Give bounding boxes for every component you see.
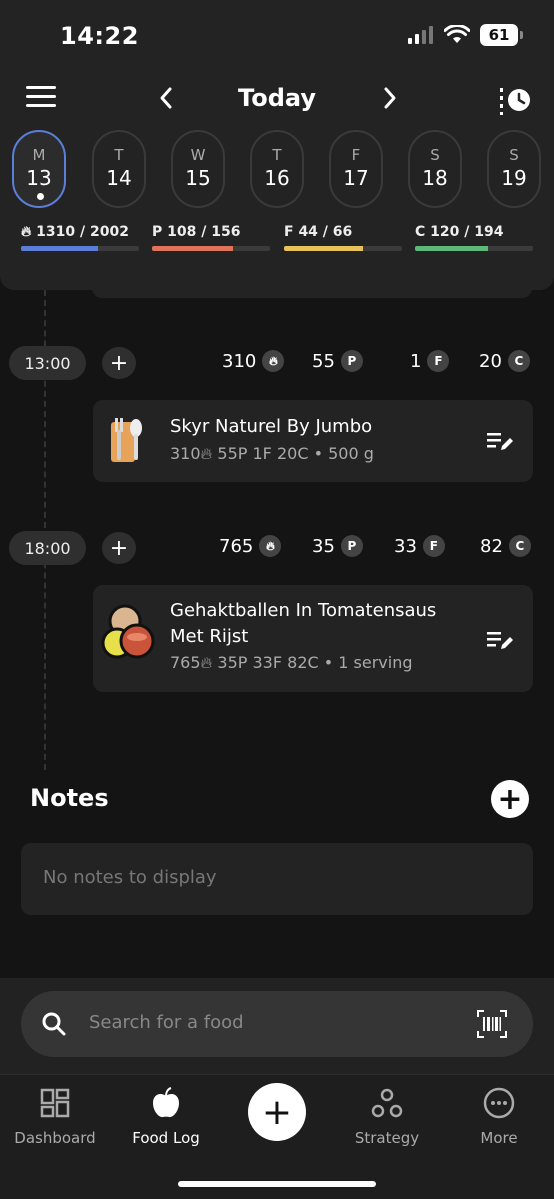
food-name: Gehaktballen In Tomatensaus Met Rijst — [170, 600, 437, 647]
day-number: 14 — [106, 166, 132, 190]
status-bar: 14:22 61 — [0, 0, 554, 72]
meal-header: 18:00 + 765 🔥︎ 35 P 33 F 82 C — [0, 531, 554, 565]
meal-time[interactable]: 18:00 — [9, 531, 86, 565]
page-title: Today — [238, 84, 316, 112]
barcode-scan-icon[interactable] — [477, 1010, 507, 1038]
food-entry-card[interactable]: Skyr Naturel By Jumbo 310🔥︎ 55P 1F 20C •… — [93, 400, 533, 482]
strategy-icon — [371, 1088, 403, 1118]
flame-icon: 🔥︎ — [259, 535, 282, 557]
day-letter: T — [272, 146, 282, 164]
add-food-button[interactable]: + — [102, 347, 136, 379]
tab-label: Dashboard — [14, 1129, 96, 1147]
more-icon — [483, 1087, 515, 1119]
protein-progress: P 108 / 156 — [152, 224, 270, 251]
food-meta: 310🔥︎ 55P 1F 20C • 500 g — [170, 444, 374, 463]
day-letter: T — [114, 146, 124, 164]
meal-protein: 35 P — [312, 535, 363, 557]
tab-label: Food Log — [132, 1129, 200, 1147]
selected-day-dot — [37, 193, 44, 200]
flame-icon: 🔥︎ — [262, 350, 285, 372]
protein-bar-fill — [152, 246, 234, 251]
next-day-icon[interactable] — [378, 84, 402, 112]
cutlery-icon — [111, 418, 142, 462]
search-placeholder: Search for a food — [89, 1012, 244, 1033]
fat-progress: F 44 / 66 — [284, 224, 402, 251]
protein-label: P 108 / 156 — [152, 224, 241, 240]
food-meta: 765🔥︎ 35P 33F 82C • 1 serving — [170, 653, 413, 672]
notes-list: No notes to display — [21, 843, 533, 915]
day-number: 15 — [185, 166, 211, 190]
day-number: 18 — [422, 166, 448, 190]
day-friday[interactable]: F 17 — [329, 130, 383, 208]
fat-bar-fill — [284, 246, 364, 251]
day-monday[interactable]: M 13 — [12, 130, 66, 208]
meal-calories: 765 🔥︎ — [219, 535, 282, 557]
meal-carbs: 82 C — [480, 535, 531, 557]
notes-heading: Notes — [30, 784, 109, 812]
battery-indicator: 61 — [480, 24, 523, 46]
notes-empty-state: No notes to display — [43, 867, 217, 888]
tab-food-log[interactable]: Food Log — [111, 1087, 221, 1147]
tab-label: Strategy — [354, 1129, 420, 1147]
tab-strategy[interactable]: Strategy — [332, 1087, 442, 1147]
tab-dashboard[interactable]: Dashboard — [0, 1087, 110, 1147]
tab-label: More — [480, 1129, 518, 1147]
carbs-progress: C 120 / 194 — [415, 224, 533, 251]
day-letter: S — [509, 146, 519, 164]
search-section: Search for a food — [0, 978, 554, 1074]
signal-icon — [408, 26, 433, 44]
meal-carbs: 20 C — [479, 350, 530, 372]
tab-more[interactable]: More — [444, 1087, 554, 1147]
quick-add-button[interactable]: + — [248, 1083, 306, 1141]
food-search-input[interactable]: Search for a food — [21, 991, 533, 1057]
day-wednesday[interactable]: W 15 — [171, 130, 225, 208]
meal-time[interactable]: 13:00 — [9, 346, 86, 380]
date-header: Today M 13 T 14 W 15 T 16 F 17 S 18 S 19… — [0, 72, 554, 290]
status-icons: 61 — [408, 24, 523, 46]
day-letter: S — [430, 146, 440, 164]
flame-icon: 🔥︎ — [21, 224, 32, 240]
day-number: 17 — [343, 166, 369, 190]
day-letter: W — [190, 146, 206, 164]
history-icon[interactable] — [498, 86, 532, 116]
meal-header: 13:00 + 310 🔥︎ 55 P 1 F 20 C — [0, 346, 554, 380]
add-food-button[interactable]: + — [102, 532, 136, 564]
meal-protein: 55 P — [312, 350, 363, 372]
edit-icon[interactable] — [487, 430, 513, 452]
calories-bar-fill — [21, 246, 98, 251]
week-day-selector: M 13 T 14 W 15 T 16 F 17 S 18 S 19 — [12, 130, 552, 210]
home-indicator — [178, 1181, 376, 1187]
search-icon — [42, 1012, 66, 1036]
fat-label: F 44 / 66 — [284, 224, 353, 240]
flame-icon: 🔥︎ — [200, 444, 213, 463]
day-thursday[interactable]: T 16 — [250, 130, 304, 208]
food-entry-card[interactable]: Gehaktballen In Tomatensaus Met Rijst 76… — [93, 585, 533, 692]
day-saturday[interactable]: S 18 — [408, 130, 462, 208]
day-number: 13 — [26, 166, 52, 190]
carbs-bar-fill — [415, 246, 489, 251]
meal-dish-icon — [101, 604, 155, 659]
status-time: 14:22 — [60, 22, 139, 50]
day-number: 19 — [501, 166, 527, 190]
bottom-tab-bar: Dashboard Food Log + Strategy More — [0, 1074, 554, 1199]
dashboard-icon — [40, 1088, 70, 1118]
calories-label: 1310 / 2002 — [36, 224, 129, 240]
food-name: Skyr Naturel By Jumbo — [170, 416, 373, 437]
meal-calories: 310 🔥︎ — [222, 350, 285, 372]
add-note-button[interactable]: + — [491, 780, 529, 818]
day-tuesday[interactable]: T 14 — [92, 130, 146, 208]
edit-icon[interactable] — [487, 629, 513, 651]
wifi-icon — [444, 25, 470, 43]
day-letter: M — [32, 146, 46, 164]
carbs-label: C 120 / 194 — [415, 224, 504, 240]
day-sunday[interactable]: S 19 — [487, 130, 541, 208]
meal-fat: 1 F — [410, 350, 450, 372]
day-letter: F — [351, 146, 361, 164]
apple-icon — [153, 1087, 179, 1118]
meal-fat: 33 F — [394, 535, 445, 557]
calories-progress: 🔥︎ 1310 / 2002 — [21, 224, 139, 251]
flame-icon: 🔥︎ — [200, 653, 213, 672]
day-number: 16 — [264, 166, 290, 190]
previous-meal-card — [92, 270, 532, 298]
